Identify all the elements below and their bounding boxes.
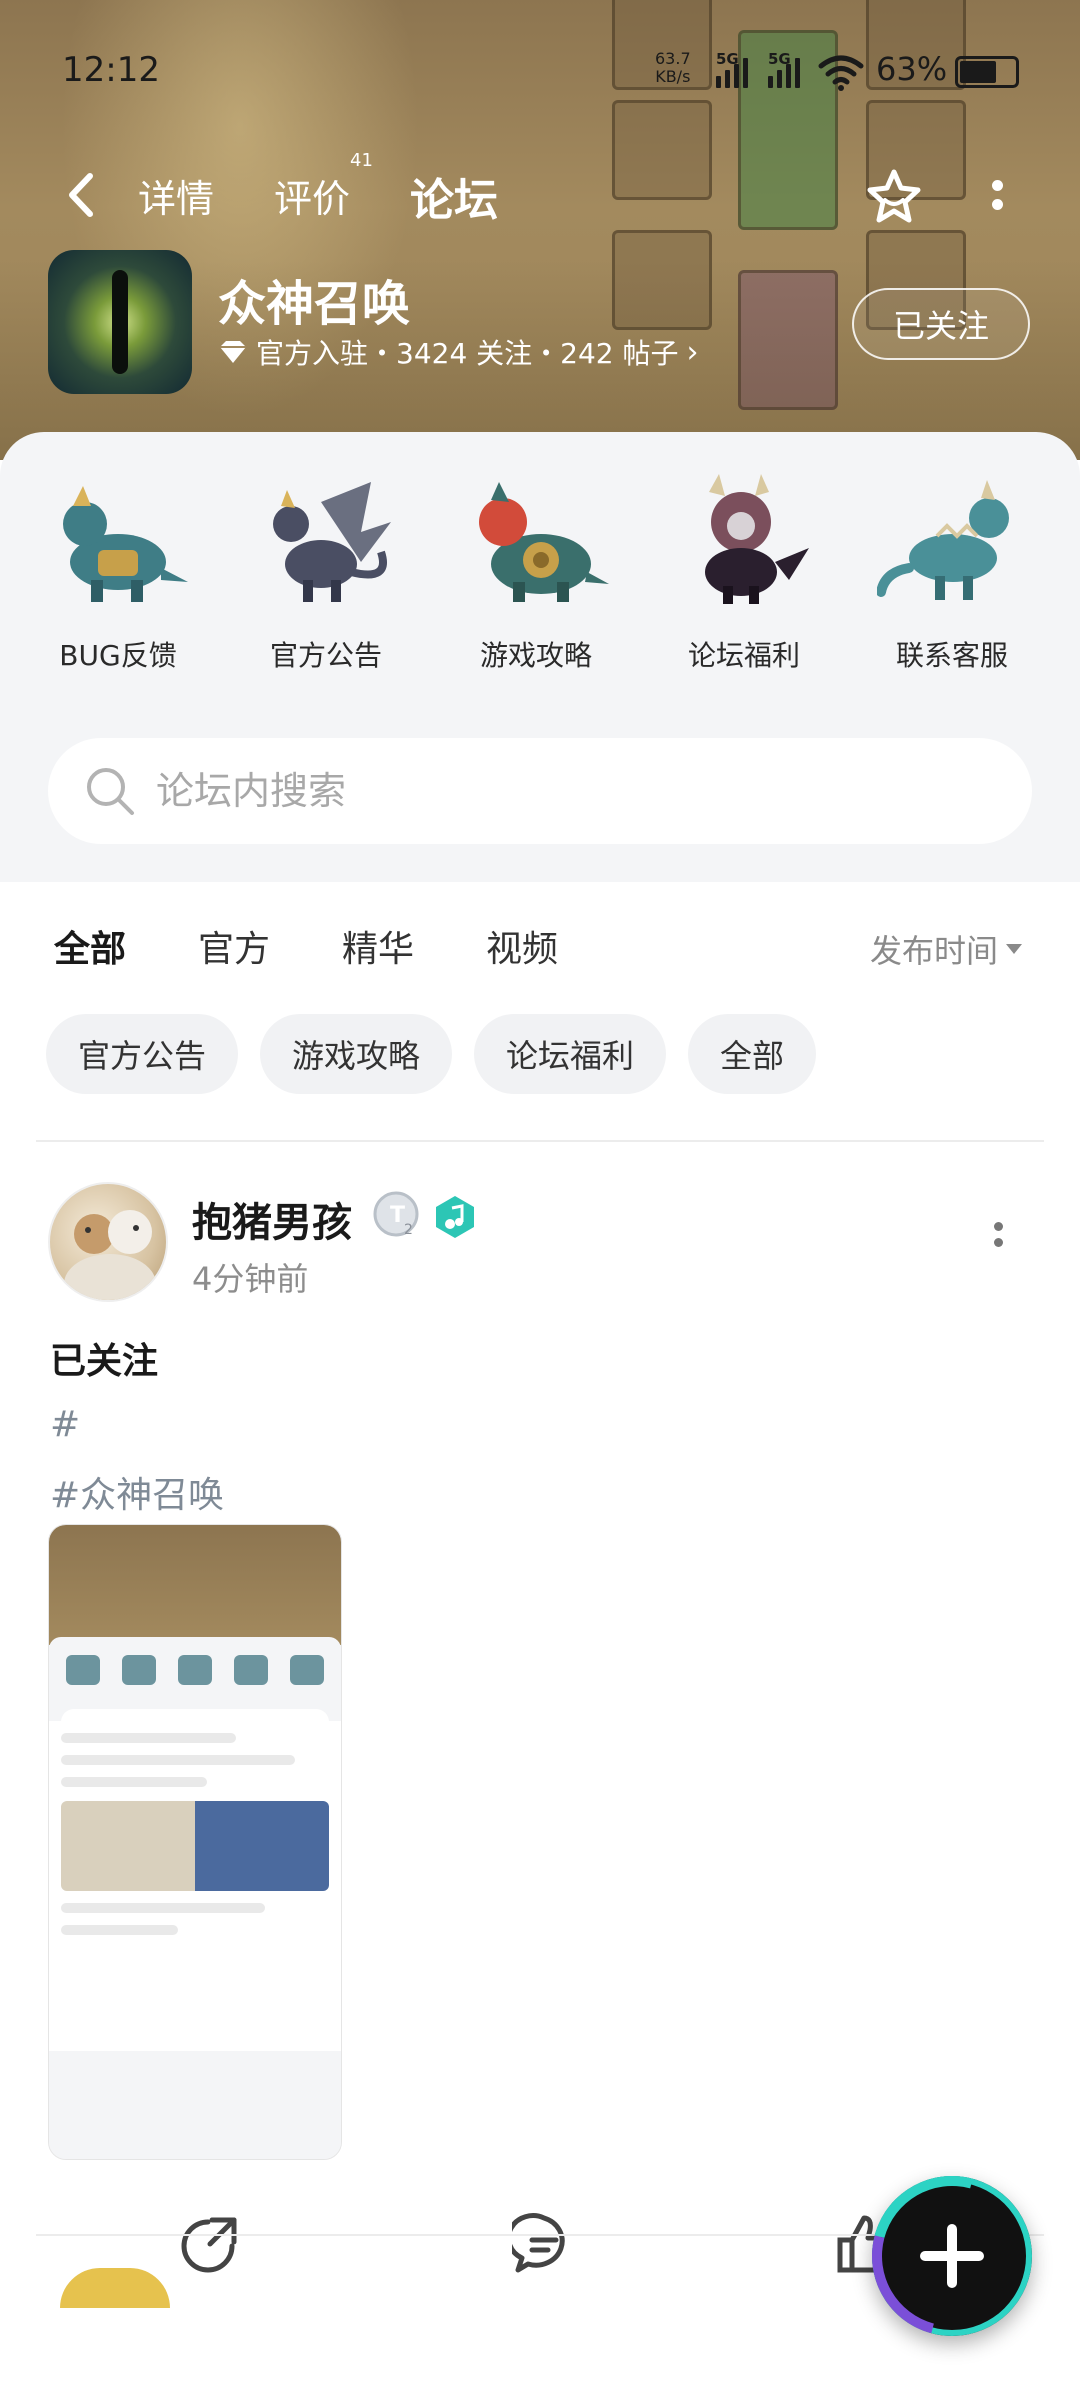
game-app-icon	[48, 250, 192, 394]
reviews-count-badge: 41	[350, 150, 373, 171]
search-icon	[87, 768, 134, 815]
signal-icon: 5G	[716, 50, 756, 88]
music-badge-icon	[436, 1196, 474, 1238]
feed-tab-featured[interactable]: 精华	[342, 920, 414, 972]
post-image[interactable]	[48, 1524, 342, 2160]
game-header: 众神召唤 官方入驻・3424 关注・242 帖子 › 已关注	[48, 250, 1048, 400]
quick-link-benefits[interactable]: 论坛福利	[654, 472, 834, 674]
star-favorite-icon[interactable]	[862, 166, 926, 230]
wifi-icon	[818, 55, 864, 91]
back-arrow-icon[interactable]	[62, 172, 102, 218]
post-tag-game[interactable]: #众神召唤	[50, 1466, 224, 1518]
tab-reviews[interactable]: 评价	[274, 168, 350, 223]
chip-benefits[interactable]: 论坛福利	[474, 1014, 667, 1094]
svg-text:2: 2	[404, 1222, 413, 1238]
sort-dropdown[interactable]: 发布时间	[870, 926, 1023, 972]
dragon-shield-icon	[479, 482, 609, 602]
dragon-demon-icon	[705, 474, 809, 604]
create-post-button[interactable]	[842, 2146, 1062, 2366]
chip-announcements[interactable]: 官方公告	[46, 1014, 239, 1094]
game-stats-text: 官方入驻・3424 关注・242 帖子	[256, 337, 679, 370]
post-tag[interactable]: #	[50, 1404, 80, 1445]
game-stats[interactable]: 官方入驻・3424 关注・242 帖子 ›	[218, 332, 699, 372]
level-badge-icon: T 2	[373, 1191, 419, 1238]
status-bar: 12:12 63.7 KB/s 5G 5G 63%	[0, 0, 1080, 140]
top-navigation: 详情 评价 41 论坛	[0, 150, 1080, 232]
forum-search-bar[interactable]	[48, 738, 1032, 844]
feed-tab-video[interactable]: 视频	[486, 920, 558, 972]
category-chips: 官方公告 游戏攻略 论坛福利 全部	[46, 1014, 817, 1094]
search-input[interactable]	[156, 769, 956, 813]
post-more-icon[interactable]	[994, 1222, 1006, 1262]
tab-details[interactable]: 详情	[138, 168, 214, 223]
chevron-right-icon: ›	[686, 334, 699, 370]
chip-all[interactable]: 全部	[688, 1014, 817, 1094]
dragon-armored-icon	[63, 486, 188, 602]
quick-link-label: 联系客服	[895, 639, 1008, 672]
network-speed: 63.7 KB/s	[655, 49, 691, 86]
dragon-winged-icon	[273, 482, 391, 602]
quick-link-bug-report[interactable]: BUG反馈	[28, 472, 208, 674]
quick-link-announcements[interactable]: 官方公告	[236, 472, 416, 674]
feed-tab-official[interactable]: 官方	[198, 920, 270, 972]
quick-link-guides[interactable]: 游戏攻略	[446, 472, 626, 674]
dragon-teal-icon	[876, 480, 1009, 600]
post-author[interactable]: 抱猪男孩	[192, 1190, 352, 1248]
feed-tabs: 全部 官方 精华 视频 发布时间	[0, 912, 1080, 992]
avatar-illustration	[64, 1210, 156, 1300]
signal-icon: 5G	[768, 50, 808, 88]
follow-button[interactable]: 已关注	[852, 288, 1030, 360]
quick-link-label: BUG反馈	[59, 639, 177, 672]
post-title: 已关注	[50, 1341, 159, 1382]
quick-link-support[interactable]: 联系客服	[862, 472, 1042, 674]
feed-tab-all[interactable]: 全部	[54, 920, 131, 972]
avatar[interactable]	[48, 1182, 168, 1302]
post-time: 4分钟前	[192, 1260, 309, 1298]
divider	[36, 1140, 1044, 1142]
quick-link-label: 官方公告	[269, 639, 382, 672]
quick-link-label: 游戏攻略	[479, 639, 592, 672]
comment-icon[interactable]	[512, 2212, 576, 2276]
status-time: 12:12	[62, 50, 160, 90]
battery-percent: 63%	[876, 50, 948, 88]
chip-guides[interactable]: 游戏攻略	[260, 1014, 453, 1094]
caret-down-icon	[1006, 944, 1023, 954]
quick-links: BUG反馈 官方公告 游戏攻略 论坛福利 联系客服	[0, 472, 1080, 672]
diamond-icon	[220, 341, 246, 363]
tab-forum[interactable]: 论坛	[410, 164, 498, 232]
battery-icon	[955, 56, 1019, 88]
svg-text:T: T	[390, 1203, 405, 1228]
quick-link-label: 论坛福利	[687, 639, 800, 672]
game-title: 众神召唤	[218, 276, 411, 332]
more-options-icon[interactable]	[992, 180, 1006, 220]
share-icon[interactable]	[178, 2212, 242, 2276]
post-feed: 全部 官方 精华 视频 发布时间 官方公告 游戏攻略 论坛福利 全部 抱猪男孩	[0, 882, 1080, 2400]
